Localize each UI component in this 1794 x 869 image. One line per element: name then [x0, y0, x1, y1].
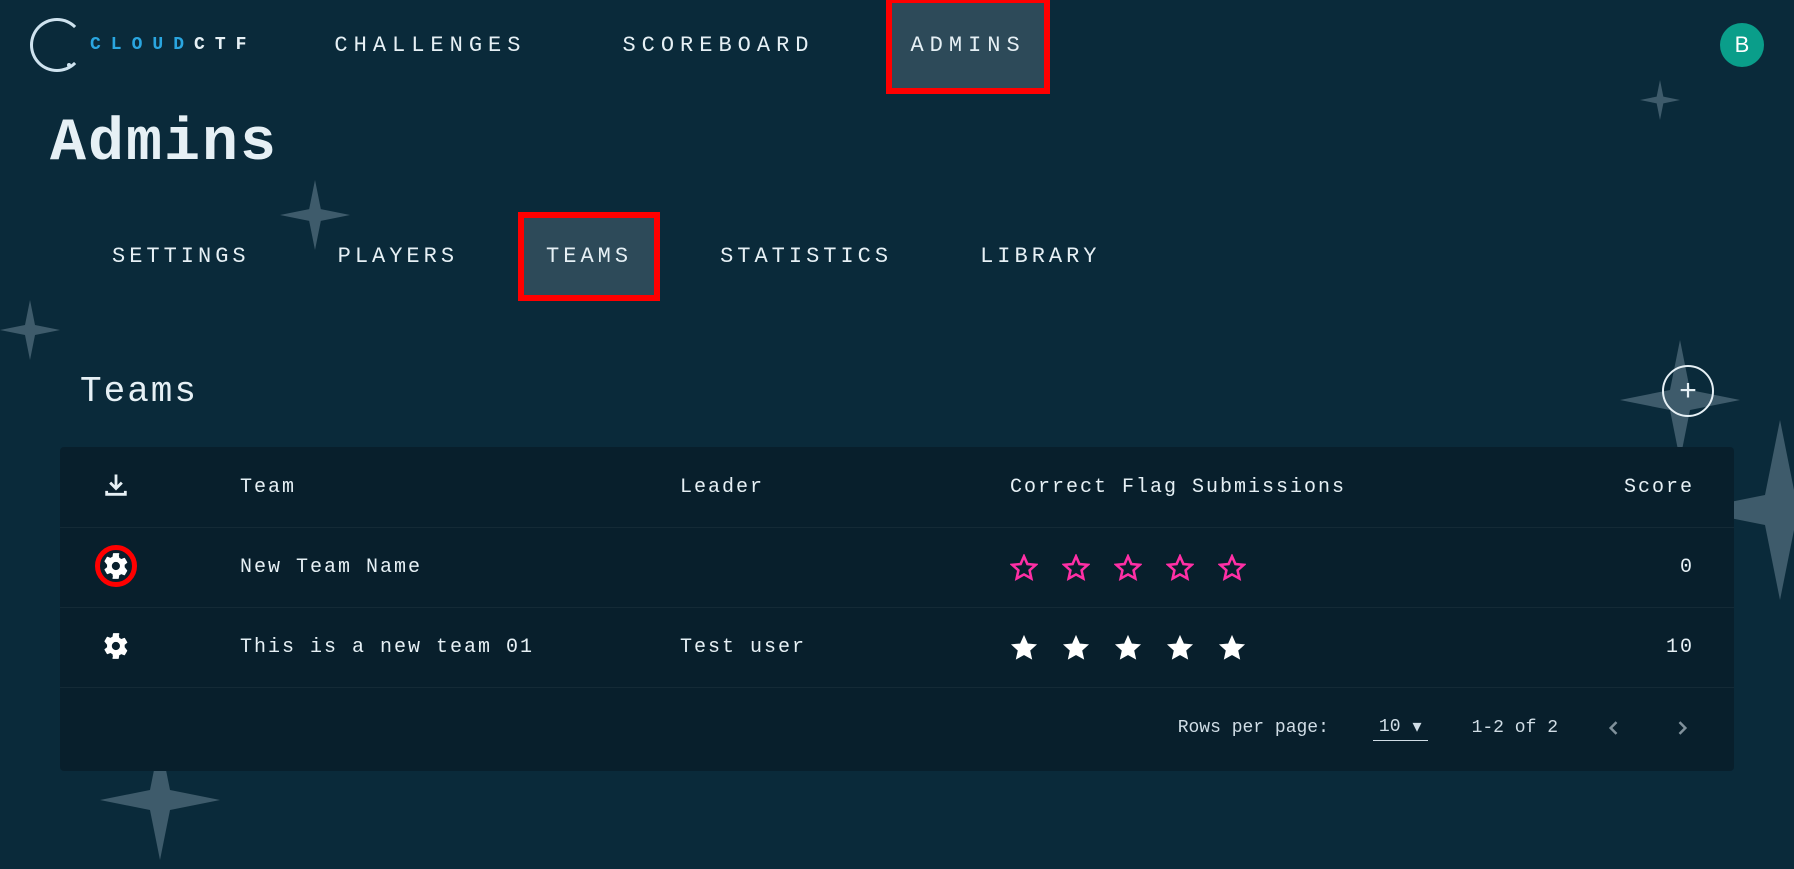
user-avatar[interactable]: B	[1720, 23, 1764, 67]
team-score: 10	[1420, 636, 1694, 659]
table-row: New Team Name 0	[60, 528, 1734, 608]
section-header: Teams +	[80, 365, 1714, 417]
page-content: Admins SETTINGS PLAYERS TEAMS STATISTICS…	[0, 90, 1794, 771]
logo-icon	[30, 18, 84, 72]
flag-stars	[1000, 634, 1420, 662]
star-filled-icon	[1218, 634, 1246, 662]
brand-text: CLOUDCTF	[90, 35, 256, 55]
star-outline-icon	[1010, 554, 1038, 582]
table-pagination: Rows per page: 10 ▾ 1-2 of 2	[60, 688, 1734, 771]
tab-players[interactable]: PLAYERS	[316, 218, 480, 295]
teams-table: Team Leader Correct Flag Submissions Sco…	[60, 447, 1734, 771]
col-leader[interactable]: Leader	[680, 476, 1000, 499]
team-name[interactable]: New Team Name	[240, 556, 680, 579]
star-filled-icon	[1062, 634, 1090, 662]
page-title: Admins	[50, 110, 1734, 178]
team-name[interactable]: This is a new team 01	[240, 636, 680, 659]
admin-subnav: SETTINGS PLAYERS TEAMS STATISTICS LIBRAR…	[90, 218, 1734, 295]
prev-page-button[interactable]	[1602, 716, 1626, 740]
brand-text-part1: CLOUD	[90, 35, 194, 55]
page-range: 1-2 of 2	[1472, 718, 1558, 738]
brand-text-part2: CTF	[194, 35, 256, 55]
primary-nav: CHALLENGES SCOREBOARD ADMINS	[316, 3, 1043, 88]
col-flags[interactable]: Correct Flag Submissions	[1000, 476, 1420, 499]
tab-settings[interactable]: SETTINGS	[90, 218, 272, 295]
row-settings-gear-icon[interactable]	[100, 630, 132, 662]
add-team-button[interactable]: +	[1662, 365, 1714, 417]
col-team[interactable]: Team	[240, 476, 680, 499]
star-filled-icon	[1010, 634, 1038, 662]
next-page-button[interactable]	[1670, 716, 1694, 740]
table-header-row: Team Leader Correct Flag Submissions Sco…	[60, 447, 1734, 528]
top-nav: CLOUDCTF CHALLENGES SCOREBOARD ADMINS B	[0, 0, 1794, 90]
col-score[interactable]: Score	[1420, 476, 1694, 499]
star-filled-icon	[1114, 634, 1142, 662]
rows-per-page-select[interactable]: 10 ▾	[1373, 714, 1428, 741]
tab-teams[interactable]: TEAMS	[524, 218, 654, 295]
team-score: 0	[1420, 556, 1694, 579]
brand-logo[interactable]: CLOUDCTF	[10, 18, 276, 72]
tab-library[interactable]: LIBRARY	[958, 218, 1122, 295]
download-icon[interactable]	[100, 469, 132, 501]
nav-admins[interactable]: ADMINS	[892, 3, 1043, 88]
star-outline-icon	[1062, 554, 1090, 582]
chevron-down-icon: ▾	[1413, 716, 1422, 738]
tab-statistics[interactable]: STATISTICS	[698, 218, 914, 295]
star-outline-icon	[1166, 554, 1194, 582]
team-leader: Test user	[680, 636, 1000, 659]
flag-stars	[1000, 554, 1420, 582]
table-row: This is a new team 01Test user 10	[60, 608, 1734, 688]
star-outline-icon	[1114, 554, 1142, 582]
row-settings-gear-icon[interactable]	[100, 550, 132, 582]
rows-per-page-value: 10	[1379, 717, 1401, 737]
star-outline-icon	[1218, 554, 1246, 582]
rows-per-page-label: Rows per page:	[1178, 718, 1329, 738]
plus-icon: +	[1679, 374, 1697, 408]
section-title: Teams	[80, 371, 198, 412]
download-header	[100, 469, 240, 505]
nav-scoreboard[interactable]: SCOREBOARD	[604, 3, 832, 88]
star-filled-icon	[1166, 634, 1194, 662]
nav-challenges[interactable]: CHALLENGES	[316, 3, 544, 88]
